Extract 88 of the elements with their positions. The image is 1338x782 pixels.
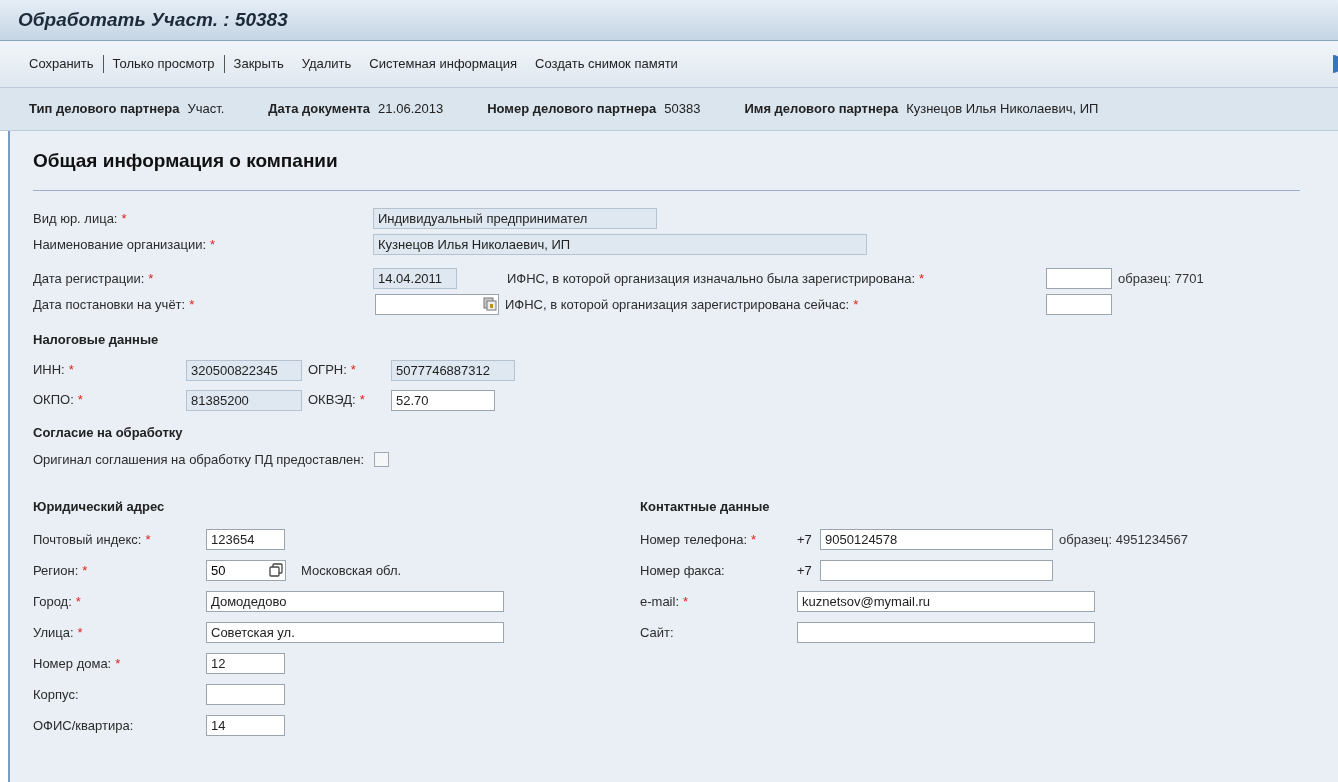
required-mark: * <box>919 269 925 288</box>
required-mark: * <box>350 361 356 380</box>
readonly-field[interactable]: 81385200 <box>186 389 302 411</box>
toolbar-button[interactable]: Закрыть <box>224 54 293 74</box>
lookup-field[interactable]: 50 <box>206 560 286 581</box>
input-field[interactable]: Домодедово <box>206 591 504 612</box>
input-field[interactable]: Советская ул. <box>206 622 504 643</box>
header-label: Номер делового партнера <box>487 100 657 119</box>
required-mark: * <box>75 592 81 611</box>
window-title: Обработать Участ. : 50383 <box>18 7 288 32</box>
field-label: Регион: <box>33 561 79 580</box>
required-mark: * <box>210 235 216 254</box>
field-label: Номер телефона: <box>640 530 747 549</box>
input-field[interactable]: 12 <box>206 653 285 674</box>
group-title: Контактные данные <box>640 497 771 516</box>
header-label: Имя делового партнера <box>744 100 899 119</box>
required-mark: * <box>77 623 83 642</box>
region-name: Московская обл. <box>301 561 402 580</box>
toolbar-button[interactable]: Создать снимок памяти <box>526 54 687 74</box>
field-label: ОГРН: <box>308 361 347 380</box>
input-field[interactable] <box>820 560 1053 581</box>
toolbar-button[interactable]: Системная информация <box>360 54 526 74</box>
toolbar-button[interactable]: Только просмотр <box>103 54 224 74</box>
field-label: ОФИС/квартира: <box>33 716 134 735</box>
required-mark: * <box>853 295 859 314</box>
section-title: Общая информация о компании <box>33 149 339 173</box>
hint-text: образец: 7701 <box>1118 269 1204 288</box>
field-label: ОКВЭД: <box>308 391 356 410</box>
field-label: Номер дома: <box>33 654 112 673</box>
field-label: Почтовый индекс: <box>33 530 142 549</box>
input-field[interactable]: 52.70 <box>391 389 495 411</box>
field-label: Улица: <box>33 623 74 642</box>
required-mark: * <box>683 592 689 611</box>
field-label: e-mail: <box>640 592 679 611</box>
field-label: Наименование организации: <box>33 235 207 254</box>
input-field[interactable] <box>206 684 285 705</box>
field-label: Корпус: <box>33 685 79 704</box>
required-mark: * <box>82 561 88 580</box>
input-field[interactable] <box>1046 268 1112 289</box>
input-field[interactable] <box>797 622 1095 643</box>
group-title: Юридический адрес <box>33 497 166 516</box>
required-mark: * <box>115 654 121 673</box>
toolbar-button[interactable]: Сохранить <box>29 54 103 74</box>
checkbox[interactable] <box>374 452 390 467</box>
field-label: Номер факса: <box>640 561 725 580</box>
value-help-icon[interactable] <box>269 563 283 577</box>
required-mark: * <box>145 530 151 549</box>
input-field[interactable]: kuznetsov@mymail.ru <box>797 591 1095 612</box>
input-field[interactable]: 123654 <box>206 529 285 550</box>
group-title: Налоговые данные <box>33 330 160 349</box>
readonly-field[interactable]: Кузнецов Илья Николаевич, ИП <box>373 234 867 255</box>
checkbox-label: Оригинал соглашения на обработку ПД предоставлен: <box>33 450 365 469</box>
phone-prefix: +7 <box>797 530 813 549</box>
field-label: Город: <box>33 592 72 611</box>
required-mark: * <box>148 269 154 288</box>
date-field[interactable] <box>375 294 499 315</box>
readonly-field[interactable]: 320500822345 <box>186 359 302 381</box>
required-mark: * <box>359 391 365 410</box>
header-value: Участ. <box>187 100 225 119</box>
phone-prefix: +7 <box>797 561 813 580</box>
field-label: ИНН: <box>33 361 65 380</box>
field-label: ИФНС, в которой организация изначально была зарегистрирована: <box>507 269 916 288</box>
field-label: Сайт: <box>640 623 674 642</box>
group-title: Согласие на обработку <box>33 424 184 442</box>
input-field[interactable]: 9050124578 <box>820 529 1053 550</box>
hint-text: образец: 4951234567 <box>1059 530 1188 549</box>
field-label: Дата постановки на учёт: <box>33 295 186 314</box>
field-label: ИФНС, в которой организация зарегистрирована сейчас: <box>505 295 850 314</box>
required-mark: * <box>121 209 127 228</box>
required-mark: * <box>751 530 757 549</box>
header-label: Тип делового партнера <box>29 100 180 119</box>
field-label: Вид юр. лица: <box>33 209 118 228</box>
header-value: 50383 <box>664 100 701 119</box>
header-value: 21.06.2013 <box>378 100 444 119</box>
required-mark: * <box>189 295 195 314</box>
calendar-icon[interactable] <box>483 297 497 311</box>
toolbar-button[interactable]: Удалить <box>292 54 361 74</box>
header-label: Дата документа <box>268 100 371 119</box>
readonly-field[interactable]: Индивидуальный предпринимател <box>373 208 657 229</box>
readonly-field[interactable]: 14.04.2011 <box>373 268 457 289</box>
required-mark: * <box>68 361 74 380</box>
input-field[interactable] <box>1046 294 1112 315</box>
input-field[interactable]: 14 <box>206 715 285 736</box>
readonly-field[interactable]: 5077746887312 <box>391 359 515 381</box>
field-label: Дата регистрации: <box>33 269 145 288</box>
required-mark: * <box>77 391 83 410</box>
header-value: Кузнецов Илья Николаевич, ИП <box>906 100 1099 119</box>
field-label: ОКПО: <box>33 391 74 410</box>
